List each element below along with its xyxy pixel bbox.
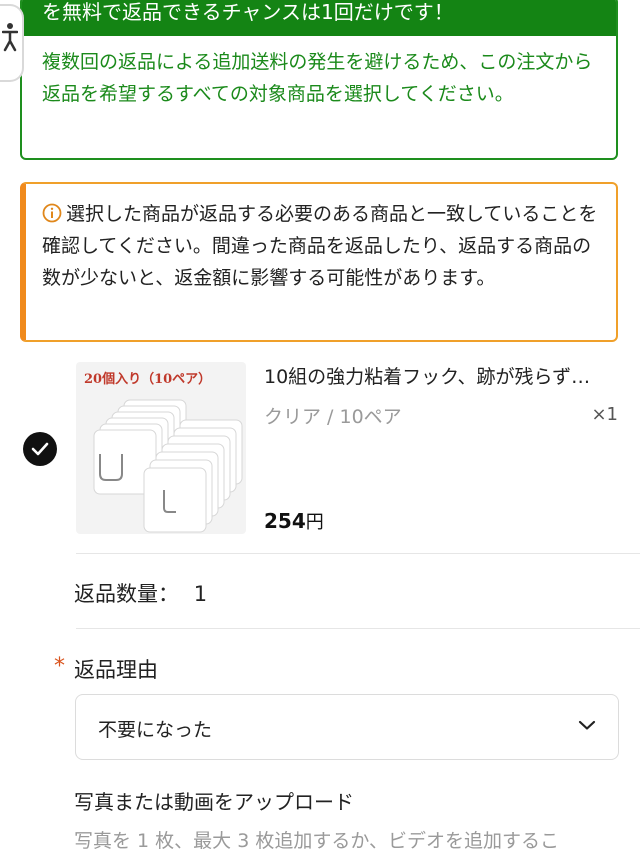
checkmark-icon [31, 442, 49, 456]
return-reason-value: 不要になった [98, 719, 213, 741]
accessibility-icon [2, 23, 18, 52]
return-quantity-label: 返品数量： [74, 582, 179, 606]
notice-body-text: 複数回の返品による追加送料の発生を避けるため、この注文から返品を希望するすべての… [42, 51, 593, 105]
free-return-notice: を無料で返品できるチャンスは1回だけです！ 複数回の返品による追加送料の発生を避… [20, 0, 618, 160]
return-warning: 選択した商品が返品する必要のある商品と一致していることを確認してください。間違っ… [20, 182, 618, 342]
info-circle-icon [42, 203, 62, 223]
product-price: 254円 [264, 508, 324, 534]
price-value: 254 [264, 509, 306, 533]
product-quantity: ×1 [591, 404, 618, 425]
warning-text: 選択した商品が返品する必要のある商品と一致していることを確認してください。間違っ… [42, 203, 598, 289]
return-quantity-value: 1 [193, 582, 208, 606]
upload-title: 写真または動画をアップロード [74, 790, 354, 814]
return-reason-select[interactable]: 不要になった [75, 694, 619, 760]
accessibility-button[interactable] [0, 4, 24, 82]
adhesive-hooks-illustration [93, 399, 243, 533]
return-reason-label: 返品理由 [74, 658, 158, 682]
item-select-checkbox[interactable] [23, 432, 57, 466]
price-unit: 円 [305, 512, 324, 533]
required-mark: * [54, 654, 65, 679]
chevron-down-icon [578, 720, 596, 730]
return-quantity: 返品数量： 1 [74, 578, 207, 608]
divider [76, 628, 640, 629]
notice-banner-text: を無料で返品できるチャンスは1回だけです！ [42, 0, 454, 24]
product-title[interactable]: 10組の強力粘着フック、跡が残らず… [264, 362, 616, 389]
upload-help-text: 写真を 1 枚、最大 3 枚追加するか、ビデオを追加するこ [74, 830, 559, 852]
divider [76, 553, 640, 554]
product-image: 20個入り（10ペア） [76, 362, 246, 534]
notice-banner: を無料で返品できるチャンスは1回だけです！ [22, 0, 616, 36]
product-variant: クリア / 10ペア [264, 406, 402, 428]
